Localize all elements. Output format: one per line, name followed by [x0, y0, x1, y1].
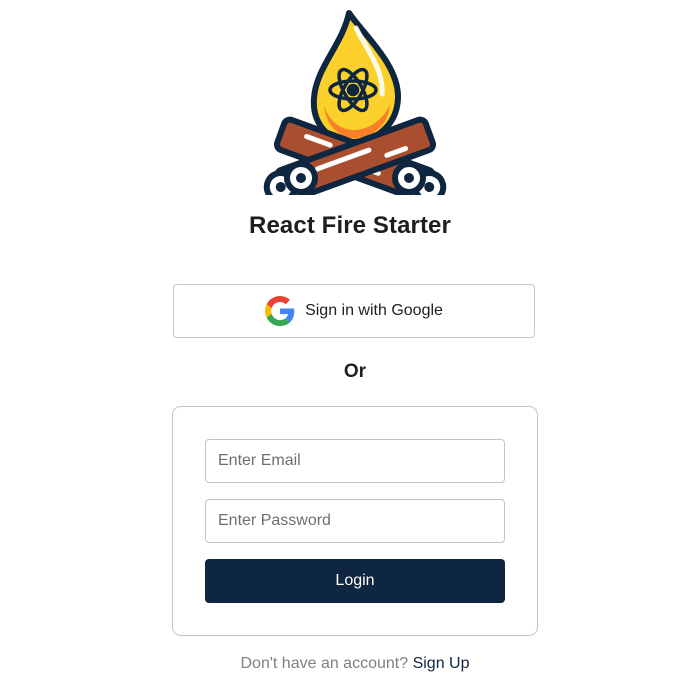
- or-divider: Or: [343, 361, 367, 382]
- signup-link[interactable]: Sign Up: [413, 655, 470, 672]
- google-signin-button[interactable]: Sign in with Google: [173, 284, 535, 338]
- page-title: React Fire Starter: [249, 212, 451, 239]
- campfire-react-logo-icon: [254, 10, 456, 205]
- signup-prompt-text: Don't have an account?: [240, 655, 409, 672]
- google-g-icon: [265, 296, 295, 326]
- email-field[interactable]: [205, 439, 505, 483]
- password-field[interactable]: [205, 499, 505, 543]
- signup-prompt: Don't have an account? Sign Up: [0, 655, 700, 673]
- login-form-card: Login: [172, 406, 538, 636]
- login-button[interactable]: Login: [205, 559, 505, 603]
- google-signin-label: Sign in with Google: [305, 302, 443, 319]
